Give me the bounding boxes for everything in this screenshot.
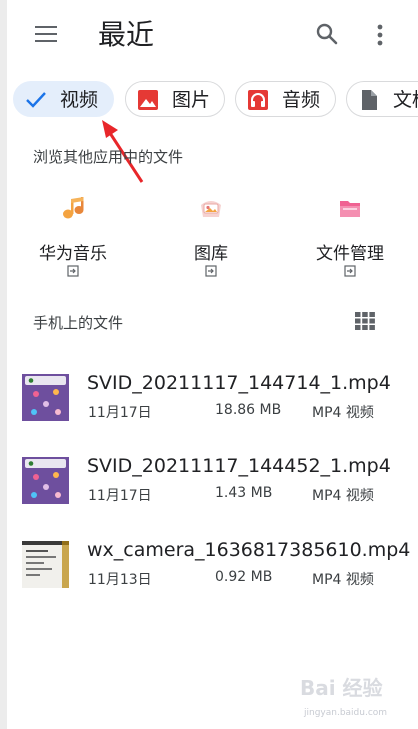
other-apps-heading: 浏览其他应用中的文件 bbox=[33, 148, 184, 166]
file-type: MP4 视频 bbox=[312, 405, 374, 421]
file-size: 1.43 MB bbox=[215, 485, 273, 501]
left-edge bbox=[0, 0, 7, 729]
chip-video[interactable]: 视频 bbox=[13, 81, 114, 117]
open-external-icon bbox=[205, 265, 217, 277]
watermark-logo: Bai 经验 bbox=[300, 676, 383, 700]
app-name: 华为音乐 bbox=[39, 244, 107, 264]
open-external-icon bbox=[344, 265, 356, 277]
video-thumbnail bbox=[22, 374, 69, 421]
app-name: 图库 bbox=[194, 244, 228, 264]
chip-label: 图片 bbox=[172, 89, 211, 111]
file-row[interactable]: SVID_20211117_144714_1.mp4 11月17日 18.86 … bbox=[22, 372, 418, 444]
file-size: 0.92 MB bbox=[215, 569, 273, 585]
gallery-app-icon bbox=[201, 201, 221, 217]
chip-label: 音频 bbox=[282, 89, 321, 111]
file-date: 11月17日 bbox=[88, 488, 152, 504]
watermark-url: jingyan.baidu.com bbox=[304, 708, 388, 718]
filter-chips: 视频 图片 音频 文档 bbox=[13, 81, 418, 119]
video-thumbnail bbox=[22, 541, 69, 588]
video-thumbnail bbox=[22, 457, 69, 504]
file-row[interactable]: SVID_20211117_144452_1.mp4 11月17日 1.43 M… bbox=[22, 455, 418, 527]
page-title: 最近 bbox=[98, 18, 155, 51]
chip-audio[interactable]: 音频 bbox=[235, 81, 336, 117]
chip-label: 文档 bbox=[393, 89, 418, 111]
watermark: Bai 经验 jingyan.baidu.com bbox=[300, 672, 412, 722]
more-options-icon[interactable] bbox=[370, 22, 390, 48]
top-app-bar: 最近 bbox=[0, 0, 418, 70]
open-external-icon bbox=[67, 265, 79, 277]
image-icon bbox=[138, 90, 158, 110]
phone-files-heading: 手机上的文件 bbox=[33, 314, 124, 332]
app-file-manager[interactable]: 文件管理 bbox=[290, 195, 410, 285]
file-type: MP4 视频 bbox=[312, 572, 374, 588]
search-icon[interactable] bbox=[315, 22, 339, 46]
app-huawei-music[interactable]: 华为音乐 bbox=[13, 195, 133, 285]
chip-label: 视频 bbox=[60, 89, 99, 111]
file-size: 18.86 MB bbox=[215, 402, 282, 418]
document-icon bbox=[362, 90, 377, 110]
file-manager-app-icon bbox=[340, 201, 360, 217]
file-date: 11月13日 bbox=[88, 572, 152, 588]
chip-document[interactable]: 文档 bbox=[346, 81, 418, 117]
file-type: MP4 视频 bbox=[312, 488, 374, 504]
file-date: 11月17日 bbox=[88, 405, 152, 421]
menu-icon[interactable] bbox=[35, 26, 57, 44]
headphones-icon bbox=[248, 90, 268, 110]
file-name: SVID_20211117_144714_1.mp4 bbox=[87, 372, 391, 394]
app-gallery[interactable]: 图库 bbox=[151, 195, 271, 285]
grid-view-icon[interactable] bbox=[355, 312, 375, 330]
file-row[interactable]: wx_camera_1636817385610.mp4 11月13日 0.92 … bbox=[22, 539, 418, 611]
file-name: SVID_20211117_144452_1.mp4 bbox=[87, 455, 391, 477]
file-name: wx_camera_1636817385610.mp4 bbox=[87, 539, 411, 561]
app-name: 文件管理 bbox=[316, 244, 384, 264]
chip-image[interactable]: 图片 bbox=[125, 81, 225, 117]
check-icon bbox=[26, 92, 46, 108]
music-app-icon bbox=[63, 197, 84, 219]
